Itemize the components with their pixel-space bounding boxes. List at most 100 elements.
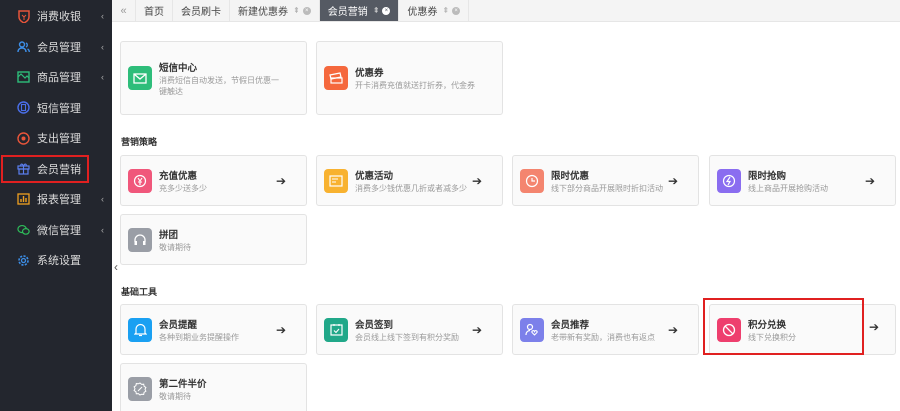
card-title: 充值优惠 xyxy=(159,170,198,182)
pin-icon[interactable]: ⇞ xyxy=(442,6,449,15)
tab-member-card[interactable]: 会员刷卡 xyxy=(173,0,230,21)
card-flash-sale[interactable]: 限时抢购 线上商品开展抢购活动 ➔ xyxy=(709,155,896,206)
card-recharge-promo[interactable]: 充值优惠 充多少送多少 ➔ xyxy=(120,155,307,206)
sidebar-item-label: 会员营销 xyxy=(37,163,81,176)
card-limited-discount[interactable]: 限时优惠 线下部分商品开展限时折扣活动 ➔ xyxy=(512,155,699,206)
sidebar-item-checkout[interactable]: 消费收银 ‹ xyxy=(0,1,112,32)
sidebar-item-label: 短信管理 xyxy=(37,102,81,115)
card-title: 限时抢购 xyxy=(748,170,787,182)
card-second-half-price[interactable]: 第二件半价 敬请期待 xyxy=(120,363,307,411)
card-desc: 各种到期业务提醒操作 xyxy=(159,332,239,342)
users-icon xyxy=(17,40,30,53)
tab-bar: « 首页 会员刷卡 新建优惠券 ⇞ × 会员营销 ⇞ × 优惠券 ⇞ × xyxy=(112,0,900,22)
image-icon xyxy=(17,71,30,84)
close-icon[interactable]: × xyxy=(382,6,391,15)
sidebar-item-settings[interactable]: 系统设置 xyxy=(0,245,112,276)
headset-icon xyxy=(128,227,152,252)
envelope-icon xyxy=(128,66,152,90)
wechat-icon xyxy=(17,223,30,236)
sidebar-item-label: 商品管理 xyxy=(37,72,81,85)
tab-new-coupon[interactable]: 新建优惠券 ⇞ × xyxy=(230,0,320,21)
card-desc: 老带新有奖励，消费也有返点 xyxy=(551,332,655,342)
card-desc: 敬请期待 xyxy=(159,391,191,401)
user-heart-icon xyxy=(520,317,544,342)
card-sms-center[interactable]: 短信中心 消费短信自动发送，节假日优惠一键触达 xyxy=(120,41,307,115)
tab-label: 会员营销 xyxy=(327,7,368,18)
main-content: 短信中心 消费短信自动发送，节假日优惠一键触达 优惠券 开卡消费充值就送打折券，… xyxy=(112,22,900,411)
yen-icon xyxy=(128,168,152,193)
sidebar-item-expense[interactable]: 支出管理 xyxy=(0,123,112,154)
badge-icon xyxy=(128,376,152,401)
arrow-right-icon[interactable]: ➔ xyxy=(276,323,286,337)
card-desc: 线上商品开展抢购活动 xyxy=(748,183,828,193)
sidebar-item-label: 系统设置 xyxy=(37,255,81,268)
chevron-left-icon: ‹ xyxy=(101,41,104,52)
card-title: 拼团 xyxy=(159,229,179,241)
sidebar-item-label: 支出管理 xyxy=(37,133,81,146)
card-desc: 敬请期待 xyxy=(159,242,191,252)
card-member-signin[interactable]: 会员签到 会员线上线下签到有积分奖励 ➔ xyxy=(316,304,503,355)
arrow-right-icon[interactable]: ➔ xyxy=(869,320,879,334)
sidebar-item-marketing[interactable]: 会员营销 xyxy=(0,154,90,185)
chevron-left-icon: ‹ xyxy=(101,224,104,235)
arrow-right-icon[interactable]: ➔ xyxy=(865,174,875,188)
tab-home[interactable]: 首页 xyxy=(136,0,173,21)
tab-label: 优惠券 xyxy=(407,7,438,18)
tab-member-marketing[interactable]: 会员营销 ⇞ × xyxy=(319,0,400,21)
card-title: 会员签到 xyxy=(355,319,394,331)
calendar-check-icon xyxy=(324,317,348,342)
close-icon[interactable]: × xyxy=(452,6,461,15)
card-title: 优惠券 xyxy=(355,68,384,79)
card-desc: 消费短信自动发送，节假日优惠一键触达 xyxy=(159,75,279,96)
arrow-right-icon[interactable]: ➔ xyxy=(472,174,482,188)
chevron-left-icon: ‹ xyxy=(101,11,104,22)
sidebar-item-members[interactable]: 会员管理 ‹ xyxy=(0,32,112,63)
card-coupon[interactable]: 优惠券 开卡消费充值就送打折券，代金券 xyxy=(316,41,503,115)
pin-icon[interactable]: ⇞ xyxy=(373,6,380,15)
arrow-right-icon[interactable]: ➔ xyxy=(668,174,678,188)
sidebar-item-products[interactable]: 商品管理 ‹ xyxy=(0,62,112,93)
settings-icon xyxy=(17,254,30,267)
arrow-right-icon[interactable]: ➔ xyxy=(668,323,678,337)
tab-label: 新建优惠券 xyxy=(238,7,288,18)
arrow-right-icon[interactable]: ➔ xyxy=(276,174,286,188)
sidebar-item-label: 报表管理 xyxy=(37,194,81,207)
clock-icon xyxy=(520,168,544,193)
card-desc: 消费多少钱优惠几折或者减多少 xyxy=(355,183,467,193)
card-member-referral[interactable]: 会员推荐 老带新有奖励，消费也有返点 ➔ xyxy=(512,304,699,355)
card-desc: 开卡消费充值就送打折券，代金券 xyxy=(355,81,475,90)
message-icon xyxy=(17,101,30,114)
card-member-remind[interactable]: 会员提醒 各种到期业务提醒操作 ➔ xyxy=(120,304,307,355)
card-desc: 线下部分商品开展限时折扣活动 xyxy=(551,183,663,193)
chart-icon xyxy=(17,193,30,206)
sidebar-item-label: 消费收银 xyxy=(37,11,81,24)
card-desc: 充多少送多少 xyxy=(159,183,207,193)
section-title-strategy: 营销策略 xyxy=(121,137,158,147)
ticket-icon xyxy=(324,66,348,90)
sidebar-item-label: 微信管理 xyxy=(37,224,81,237)
sidebar: 消费收银 ‹ 会员管理 ‹ 商品管理 ‹ 短信管理 支出管理 会员营销 报表管理… xyxy=(0,0,112,411)
sidebar-item-label: 会员管理 xyxy=(37,41,81,54)
card-title: 限时优惠 xyxy=(551,170,590,182)
section-title-tools: 基础工具 xyxy=(121,287,158,297)
highlight-box xyxy=(703,298,864,355)
coin-icon xyxy=(17,132,30,145)
discount-list-icon xyxy=(324,168,348,193)
arrow-right-icon[interactable]: ➔ xyxy=(472,323,482,337)
card-promo-activity[interactable]: 优惠活动 消费多少钱优惠几折或者减多少 ➔ xyxy=(316,155,503,206)
close-icon[interactable]: × xyxy=(302,6,311,15)
pin-icon[interactable]: ⇞ xyxy=(293,6,300,15)
card-group-buy[interactable]: 拼团 敬请期待 xyxy=(120,214,307,265)
chevron-left-icon: ‹ xyxy=(101,72,104,83)
card-title: 优惠活动 xyxy=(355,170,394,182)
sidebar-item-sms[interactable]: 短信管理 xyxy=(0,93,112,124)
tab-label: 首页 xyxy=(144,7,164,18)
card-title: 第二件半价 xyxy=(159,378,207,390)
sidebar-item-wechat[interactable]: 微信管理 ‹ xyxy=(0,215,112,246)
card-title: 会员推荐 xyxy=(551,319,590,331)
tabs-back-icon[interactable]: « xyxy=(112,0,136,21)
bell-icon xyxy=(128,317,152,342)
tab-label: 会员刷卡 xyxy=(181,7,221,18)
sidebar-item-reports[interactable]: 报表管理 ‹ xyxy=(0,184,112,215)
tab-coupon[interactable]: 优惠券 ⇞ × xyxy=(399,0,470,21)
